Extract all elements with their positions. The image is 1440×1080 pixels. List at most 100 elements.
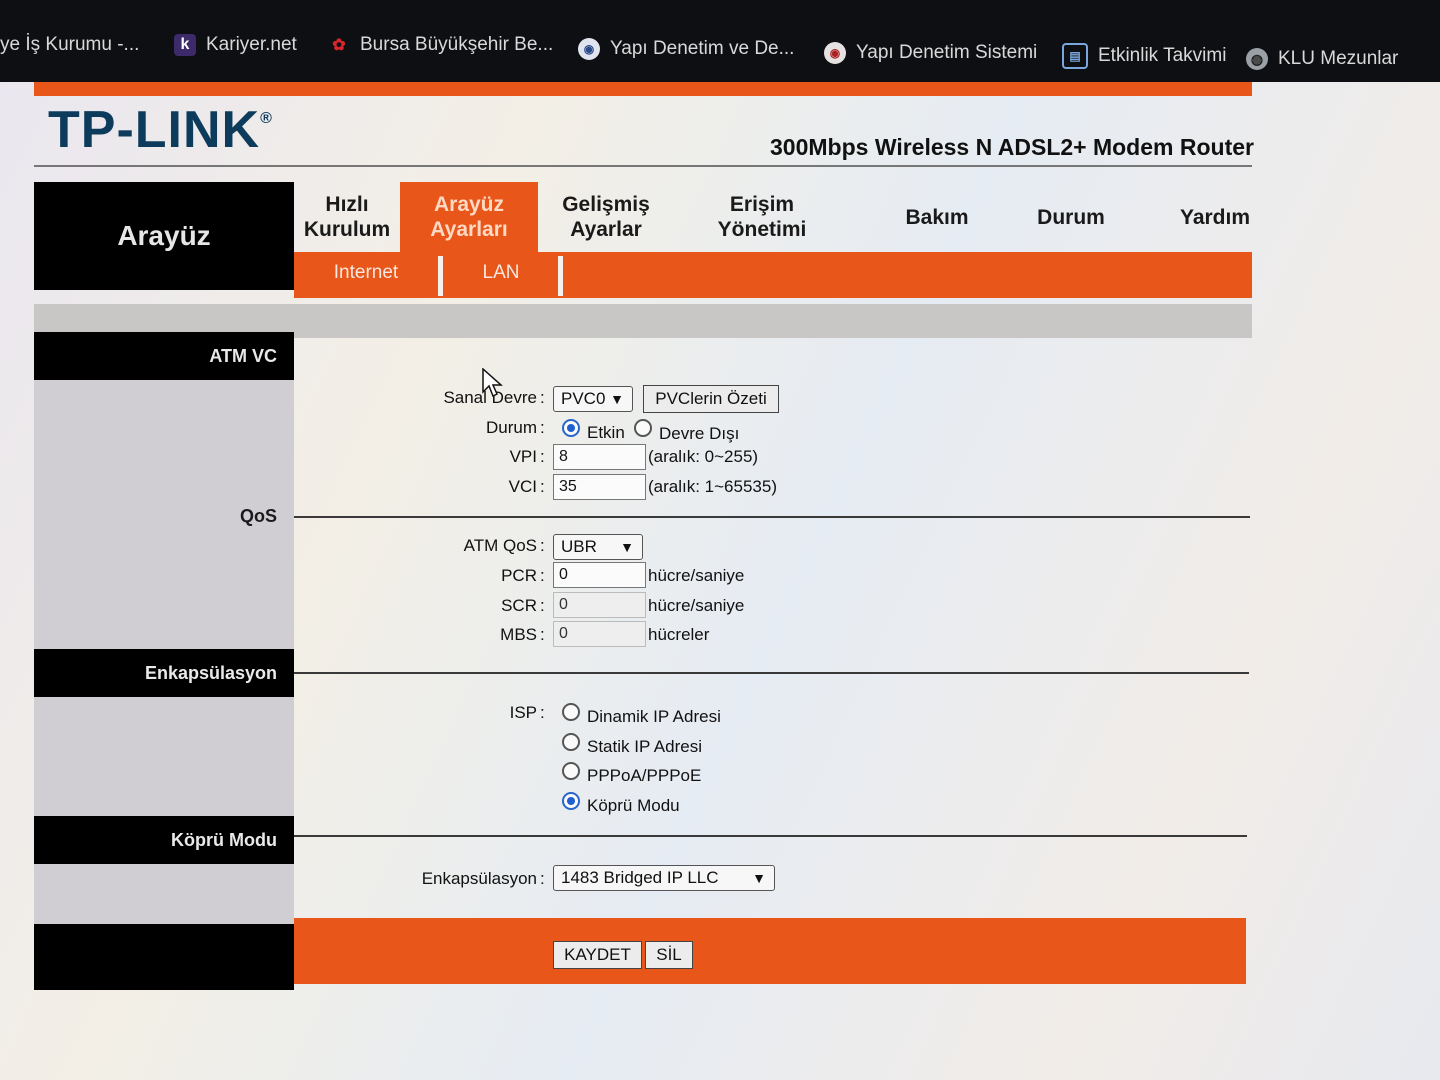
bookmark-label: Yapı Denetim ve De... [610, 38, 795, 59]
globe-icon: ◍ [1246, 48, 1268, 70]
isp-static-ip-radio[interactable] [562, 733, 580, 751]
tp-link-logo: TP-LINK® [48, 101, 273, 159]
atm-qos-select[interactable]: UBR ▼ [553, 534, 643, 560]
isp-bridge-mode-radio[interactable] [562, 792, 580, 810]
separator: : [540, 418, 545, 437]
bookmark-item[interactable]: ◍ KLU Mezunlar [1246, 44, 1398, 74]
separator: : [540, 869, 545, 888]
separator: : [540, 566, 545, 585]
separator: : [540, 447, 545, 466]
status-disabled-radio[interactable] [634, 419, 652, 437]
status-enabled-label: Etkin [587, 423, 625, 442]
separator: : [540, 596, 545, 615]
isp-static-ip-label: Statik IP Adresi [587, 737, 702, 756]
pvc-summary-button[interactable]: PVClerin Özeti [643, 385, 779, 413]
vpi-input[interactable]: 8 [553, 444, 646, 470]
scr-label: SCR [501, 596, 537, 615]
bookmark-item[interactable]: k Kariyer.net [174, 30, 297, 60]
nav-help[interactable]: Yardım [1160, 182, 1270, 252]
isp-pppoa-pppoe-radio[interactable] [562, 762, 580, 780]
status-label: Durum [485, 418, 537, 437]
mouse-cursor-icon [482, 368, 503, 398]
chevron-down-icon: ▼ [610, 391, 624, 407]
header-divider [34, 165, 1252, 167]
sub-nav: Internet LAN [294, 252, 1252, 298]
tab-internet[interactable]: Internet [304, 252, 428, 294]
section-divider [294, 835, 1247, 837]
tab-separator [558, 256, 563, 296]
isp-dynamic-ip-label: Dinamik IP Adresi [587, 707, 721, 726]
sidebar-title: Arayüz [34, 182, 294, 290]
pcr-label: PCR [501, 566, 537, 585]
tab-separator [438, 256, 443, 296]
bursa-logo-icon: ✿ [332, 37, 346, 54]
virtual-circuit-select[interactable]: PVC0 ▼ [553, 386, 633, 412]
bookmark-label: Kariyer.net [206, 34, 297, 55]
seal-icon: ◉ [578, 38, 600, 60]
pcr-input[interactable]: 0 [553, 562, 646, 588]
separator: : [540, 703, 545, 722]
separator: : [540, 625, 545, 644]
bookmark-item[interactable]: ✿ Bursa Büyükşehir Be... [328, 30, 553, 60]
section-bridge-mode: Köprü Modu [34, 816, 294, 864]
encapsulation-select[interactable]: 1483 Bridged IP LLC ▼ [553, 865, 775, 891]
bookmark-label: KLU Mezunlar [1278, 48, 1399, 69]
nav-access-management[interactable]: Erişim Yönetimi [694, 182, 830, 252]
bookmark-label: Bursa Büyükşehir Be... [360, 34, 554, 55]
separator: : [540, 536, 545, 555]
isp-bridge-mode-label: Köprü Modu [587, 796, 680, 815]
mbs-label: MBS [500, 625, 537, 644]
virtual-circuit-label: Sanal Devre [443, 388, 537, 407]
nav-advanced-setup[interactable]: Gelişmiş Ayarlar [538, 182, 674, 252]
section-divider [294, 672, 1249, 674]
kariyer-k-icon: k [174, 34, 196, 56]
scr-unit: hücre/saniye [648, 596, 745, 615]
vci-input[interactable]: 35 [553, 474, 646, 500]
isp-pppoa-pppoe-label: PPPoA/PPPoE [587, 766, 702, 785]
save-button[interactable]: KAYDET [553, 941, 642, 969]
status-enabled-radio[interactable] [562, 419, 580, 437]
vpi-range-hint: (aralık: 0~255) [648, 447, 759, 466]
separator: : [540, 388, 545, 407]
scr-input[interactable]: 0 [553, 592, 646, 618]
nav-maintenance[interactable]: Bakım [884, 182, 990, 252]
vci-label: VCI [508, 477, 537, 496]
bookmark-item[interactable]: ◉ Yapı Denetim Sistemi [824, 38, 1037, 68]
vci-range-hint: (aralık: 1~65535) [648, 477, 777, 496]
mbs-unit: hücreler [648, 625, 710, 644]
pcr-unit: hücre/saniye [648, 566, 745, 585]
section-atm-vc: ATM VC [34, 332, 294, 380]
nav-quick-setup[interactable]: Hızlı Kurulum [294, 182, 400, 252]
section-encapsulation: Enkapsülasyon [34, 649, 294, 697]
bookmark-label: ye İş Kurumu -... [0, 34, 140, 55]
bookmark-item[interactable]: ye İş Kurumu -... [0, 30, 139, 60]
vpi-label: VPI [509, 447, 537, 466]
nav-interface-setup[interactable]: Arayüz Ayarları [400, 182, 538, 252]
header-accent-bar [34, 82, 1252, 96]
bookmarks-bar: ye İş Kurumu -... k Kariyer.net ✿ Bursa … [0, 0, 1440, 82]
atm-qos-label: ATM QoS [463, 536, 537, 555]
chevron-down-icon: ▼ [752, 870, 766, 886]
status-disabled-label: Devre Dışı [659, 424, 740, 443]
footer-left-block [34, 924, 294, 990]
isp-dynamic-ip-radio[interactable] [562, 703, 580, 721]
chevron-down-icon: ▼ [620, 539, 634, 555]
nav-status[interactable]: Durum [1018, 182, 1124, 252]
section-qos: QoS [240, 506, 278, 526]
encapsulation-label: Enkapsülasyon [421, 869, 537, 888]
mbs-input[interactable]: 0 [553, 621, 646, 647]
bookmark-label: Etkinlik Takvimi [1098, 45, 1227, 66]
bookmark-label: Yapı Denetim Sistemi [856, 42, 1038, 63]
separator: : [540, 477, 545, 496]
section-divider [294, 516, 1250, 518]
delete-button[interactable]: SİL [645, 941, 693, 969]
main-nav: Hızlı Kurulum Arayüz Ayarları Gelişmiş Ayar… [294, 182, 1252, 252]
model-title: 300Mbps Wireless N ADSL2+ Modem Router [770, 134, 1254, 160]
bookmark-item[interactable]: ◉ Yapı Denetim ve De... [578, 34, 794, 64]
isp-label: ISP [509, 703, 537, 722]
bookmark-item[interactable]: ▤ Etkinlik Takvimi [1062, 41, 1226, 71]
calendar-icon: ▤ [1062, 43, 1088, 69]
seal-icon: ◉ [824, 42, 846, 64]
footer-bar [294, 918, 1246, 984]
tab-lan[interactable]: LAN [444, 252, 558, 294]
